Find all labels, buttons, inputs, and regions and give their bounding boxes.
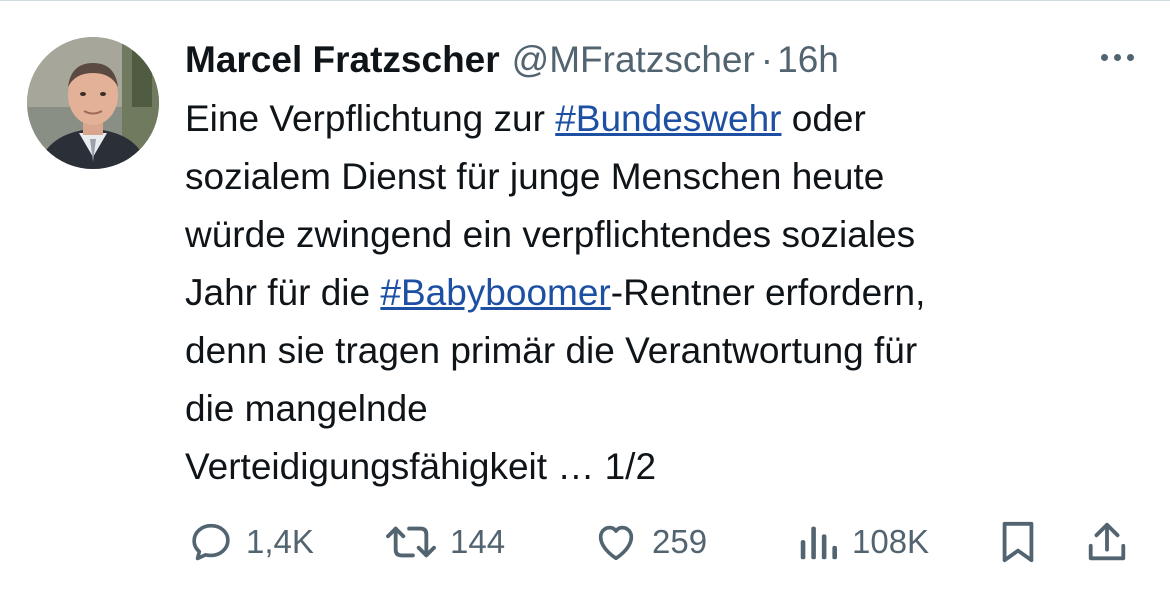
tweet-text: Eine Verpflichtung zur #Bundeswehr oder … <box>185 90 1145 496</box>
text-segment: Jahr für die <box>185 272 381 313</box>
bookmark-icon <box>1002 521 1034 563</box>
like-count: 259 <box>652 523 708 560</box>
avatar[interactable] <box>27 37 159 169</box>
text-line: Verteidigungsfähigkeit … 1/2 <box>185 446 657 487</box>
more-horizontal-icon <box>1100 53 1108 61</box>
text-segment: oder <box>781 98 866 139</box>
views-icon <box>800 526 837 560</box>
share-icon <box>1088 522 1126 561</box>
more-horizontal-icon <box>1126 53 1134 61</box>
timestamp[interactable]: 16h <box>777 39 839 81</box>
text-line: Jahr für die #Babyboomer-Rentner erforde… <box>185 264 1145 322</box>
text-line: die mangelnde <box>185 388 428 429</box>
hashtag-link-bundeswehr[interactable]: #Bundeswehr <box>555 98 781 139</box>
action-bar: 1,4K 144 259 108K <box>0 512 1170 572</box>
text-line: Eine Verpflichtung zur #Bundeswehr oder <box>185 90 1145 148</box>
share-button[interactable] <box>1084 512 1130 572</box>
author-name[interactable]: Marcel Fratzscher <box>185 39 500 81</box>
text-segment: Eine Verpflichtung zur <box>185 98 556 139</box>
reply-icon <box>192 523 230 561</box>
top-divider <box>0 0 1170 1</box>
avatar-photo <box>27 37 159 169</box>
tweet-header: Marcel Fratzscher @MFratzscher · 16h <box>185 34 839 86</box>
reply-button[interactable]: 1,4K <box>188 512 314 572</box>
hashtag-link-babyboomer[interactable]: #Babyboomer <box>380 272 610 313</box>
bookmark-button[interactable] <box>998 512 1038 572</box>
heart-icon <box>598 525 634 561</box>
reply-count: 1,4K <box>246 523 314 560</box>
like-button[interactable]: 259 <box>592 512 707 572</box>
views-count: 108K <box>852 523 930 560</box>
text-segment: -Rentner erfordern, <box>610 272 926 313</box>
more-horizontal-icon <box>1113 53 1121 61</box>
repost-button[interactable]: 144 <box>384 512 505 572</box>
separator-dot: · <box>760 39 774 80</box>
more-options-button[interactable] <box>1092 42 1142 72</box>
repost-icon <box>386 526 436 558</box>
text-line: würde zwingend ein verpflichtendes sozia… <box>185 214 916 255</box>
views-button[interactable]: 108K <box>796 512 929 572</box>
author-handle[interactable]: @MFratzscher <box>512 39 755 81</box>
repost-count: 144 <box>450 523 506 560</box>
text-line: denn sie tragen primär die Verantwortung… <box>185 330 918 371</box>
text-line: sozialem Dienst für junge Menschen heute <box>185 156 885 197</box>
